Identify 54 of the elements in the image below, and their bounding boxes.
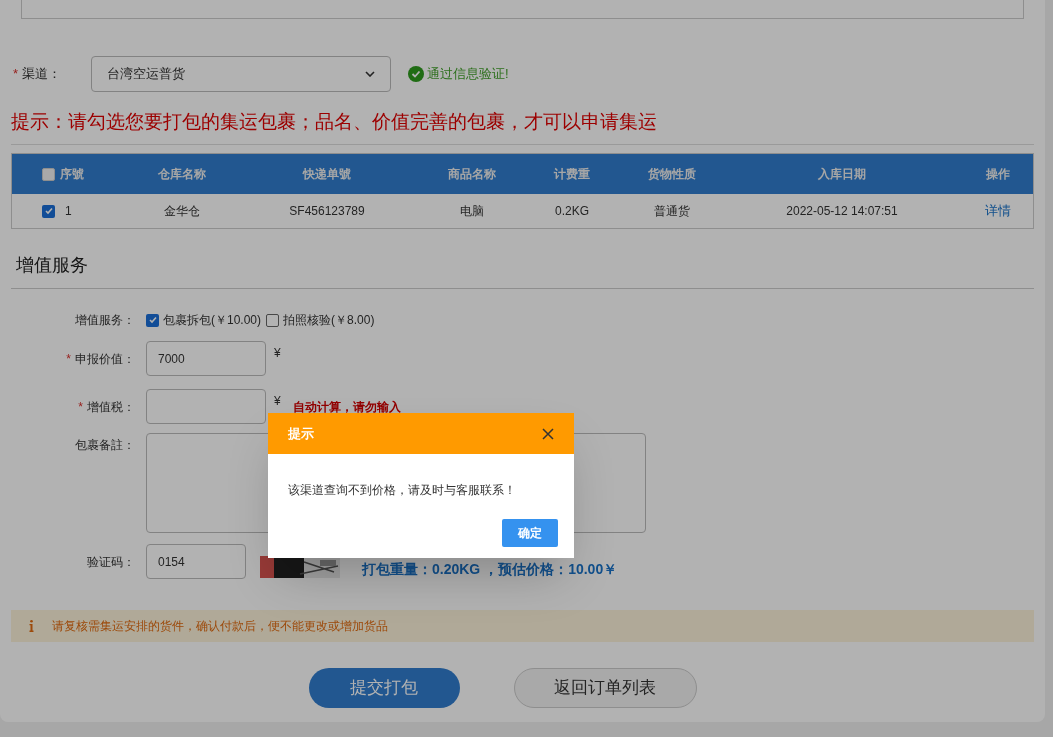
field-label: 增值服务： — [74, 312, 136, 329]
column-header: 货物性质 — [648, 166, 696, 183]
column-header: 商品名称 — [448, 166, 496, 183]
table-cell-text: 1 — [65, 203, 72, 220]
captcha-field[interactable]: 0154 — [146, 544, 246, 579]
hint-text: 提示：请勾选您要打包的集运包裹；品名、价值完善的包裹，才可以申请集运 — [11, 110, 658, 134]
check-circle-icon — [408, 66, 424, 82]
table-cell-text: 金华仓 — [164, 203, 200, 220]
checkbox[interactable] — [266, 313, 280, 327]
option-label[interactable]: 拍照核验(￥8.00) — [283, 311, 375, 329]
required-mark: * — [78, 400, 83, 414]
column-header: 操作 — [985, 166, 1010, 183]
checkbox[interactable] — [146, 313, 159, 327]
currency-unit: ¥ — [274, 393, 281, 410]
dialog-message: 该渠道查询不到价格，请及时与客服联系！ — [288, 482, 517, 499]
field-label: * 渠道： — [12, 65, 63, 84]
table-cell-text: 0.2KG — [555, 203, 589, 220]
column-header: 快递单號 — [303, 166, 351, 183]
table-cell-text: 普通货 — [654, 203, 690, 220]
table-cell-text: 2022-05-12 14:07:51 — [786, 203, 898, 220]
auto-calc-note: 自动计算，请勿输入 — [292, 399, 401, 416]
info-icon — [29, 620, 34, 632]
option-label[interactable]: 包裹拆包(￥10.00) — [163, 311, 262, 329]
input-field[interactable]: 7000 — [146, 341, 266, 376]
column-header: 入库日期 — [818, 166, 866, 183]
check-icon — [43, 206, 54, 216]
field-label: * 增值税： — [77, 399, 136, 416]
column-header: 计费重 — [554, 166, 590, 183]
close-icon[interactable] — [542, 427, 554, 440]
dialog-title: 提示 — [288, 424, 314, 443]
required-mark: * — [13, 66, 19, 82]
table-cell-text: SF456123789 — [289, 203, 365, 220]
form-field[interactable] — [21, 0, 1024, 19]
check-icon — [147, 315, 158, 325]
checkbox[interactable] — [42, 204, 55, 218]
notice-text: 请复核需集运安排的货件，确认付款后，便不能更改或增加货品 — [52, 618, 388, 635]
weight-summary: 打包重量：0.20KG ，预估价格： — [362, 560, 569, 579]
required-mark: * — [66, 352, 71, 366]
column-header: 序號 — [60, 166, 84, 183]
verified-text: 通过信息验证! — [427, 65, 509, 84]
estimated-price: 10.00￥ — [568, 560, 618, 579]
table-cell-text: 电脑 — [460, 203, 484, 220]
field-label: 验证码： — [86, 553, 136, 571]
back-button[interactable]: 返回订单列表 — [513, 668, 697, 708]
column-header: 仓库名称 — [158, 166, 206, 183]
field-label: * 申报价值： — [65, 351, 136, 368]
currency-unit: ¥ — [274, 345, 281, 362]
details-link[interactable]: 详情 — [984, 201, 1011, 221]
input-field[interactable] — [146, 389, 266, 424]
section-title: 增值服务 — [16, 254, 89, 277]
chevron-down-icon — [365, 71, 375, 77]
field-label: 包裹备註： — [74, 437, 136, 454]
channel-select[interactable]: 台湾空运普货 — [91, 56, 391, 92]
submit-button[interactable]: 提交打包 — [308, 668, 460, 708]
